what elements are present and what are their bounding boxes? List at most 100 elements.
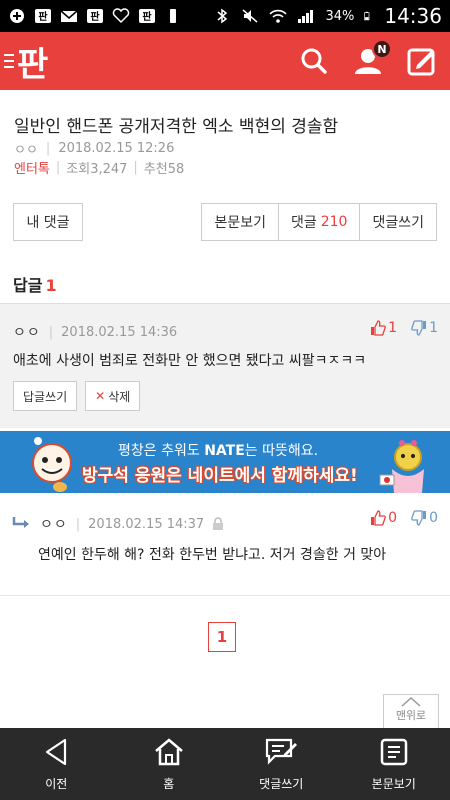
signal-icon — [298, 10, 314, 23]
svg-text:판: 판 — [142, 10, 152, 23]
scroll-top-label: 맨위로 — [395, 709, 427, 722]
thumbs-up-icon — [371, 320, 386, 336]
downvote-count: 0 — [429, 510, 438, 526]
header-actions: N — [298, 39, 438, 77]
downvote-button[interactable]: 1 — [411, 320, 438, 336]
nav-write-label: 댓글쓰기 — [259, 776, 304, 791]
thumbs-up-icon — [371, 510, 386, 526]
article-author: ㅇㅇ — [14, 143, 38, 158]
phone-icon — [170, 9, 176, 23]
thumbs-down-icon — [411, 320, 427, 336]
nav-view-post[interactable]: 본문보기 — [338, 728, 450, 800]
battery-percent: 34% — [325, 8, 355, 24]
clock: 14:36 — [384, 4, 442, 28]
svg-text:판: 판 — [38, 10, 48, 23]
downvote-button[interactable]: 0 — [411, 510, 438, 526]
divider: | — [55, 160, 61, 175]
comments-count: 210 — [320, 214, 348, 230]
pan-app-icon: 판 — [35, 9, 51, 23]
comment-votes: 1 1 — [370, 320, 438, 336]
banner-headline: 평창은 추워도 NATE는 따뜻해요. — [118, 440, 318, 460]
divider: | — [45, 141, 51, 156]
divider: | — [48, 324, 54, 340]
back-icon — [46, 738, 67, 765]
divider: | — [133, 160, 138, 175]
banner-text-a: 평창은 추워도 — [118, 443, 205, 459]
notification-badge: N — [372, 39, 392, 59]
status-bar: 판 판 판 34% 14:36 — [0, 0, 450, 32]
replies-header: 답글 1 — [0, 272, 450, 304]
upvote-button[interactable]: 0 — [370, 510, 397, 526]
comment-actions: 답글쓰기 ✕ 삭제 — [13, 381, 141, 411]
reply-arrow-icon — [12, 517, 29, 528]
comment-meta: ㅇㅇ | 2018.02.15 14:36 — [13, 322, 177, 342]
document-icon — [380, 738, 407, 765]
close-icon: ✕ — [95, 389, 106, 403]
comments-tab-label: 댓글 — [290, 215, 317, 231]
view-post-button[interactable]: 본문보기 — [201, 203, 278, 241]
home-icon — [154, 737, 183, 765]
banner-text-b: 는 따뜻해요. — [244, 443, 319, 459]
comment-item: ㅇㅇ | 2018.02.15 14:36 1 1 애초에 사생이 범죄로 전화… — [0, 304, 450, 428]
mascot-left-icon — [32, 437, 72, 492]
heart-icon — [112, 8, 130, 24]
article-category[interactable]: 엔터톡 — [14, 158, 50, 177]
upvote-button[interactable]: 1 — [370, 320, 397, 336]
article-author-row: ㅇㅇ | 2018.02.15 12:26 — [14, 139, 174, 158]
page-1-button[interactable]: 1 — [208, 622, 236, 652]
comments-tab[interactable]: 댓글 210 — [277, 203, 360, 241]
notification-icons: 판 판 판 — [8, 8, 182, 24]
article-views: 조회3,247 — [66, 162, 128, 177]
nav-back-label: 이전 — [45, 776, 68, 791]
svg-text:판: 판 — [90, 10, 100, 23]
comment-date: 2018.02.15 14:37 — [88, 516, 205, 532]
nav-write-comment[interactable]: 댓글쓰기 — [225, 728, 338, 800]
delete-label: 삭제 — [108, 389, 131, 404]
edit-icon — [407, 48, 435, 76]
pan-app-icon-3: 판 — [139, 9, 155, 23]
my-comments-button[interactable]: 내 댓글 — [13, 203, 83, 241]
write-button[interactable] — [406, 45, 438, 77]
divider: | — [75, 516, 81, 532]
reply-button[interactable]: 답글쓰기 — [13, 381, 78, 411]
banner-subline: 방구석 응원은 네이트에서 함께하세요! — [82, 466, 358, 486]
article-stats-row: 엔터톡 | 조회3,247 | 추천58 — [14, 158, 184, 177]
tab-group: 본문보기 댓글 210 댓글쓰기 — [201, 203, 437, 241]
nav-home[interactable]: 홈 — [113, 728, 226, 800]
promo-banner[interactable]: 평창은 추워도 NATE는 따뜻해요. 방구석 응원은 네이트에서 함께하세요! — [0, 431, 450, 493]
battery-icon — [364, 11, 370, 21]
comment-tabs: 내 댓글 본문보기 댓글 210 댓글쓰기 — [0, 203, 450, 243]
chevron-up-icon — [401, 696, 421, 707]
comment-meta: ㅇㅇ | 2018.02.15 14:37 — [12, 514, 224, 534]
article-title[interactable]: 일반인 핸드폰 공개저격한 엑소 백현의 경솔함 — [14, 112, 338, 137]
bottom-nav: 이전 홈 댓글쓰기 본문보기 — [0, 728, 450, 800]
comment-edit-icon — [266, 738, 298, 765]
delete-button[interactable]: ✕ 삭제 — [85, 381, 141, 411]
wifi-icon — [269, 9, 288, 23]
comment-user: ㅇㅇ — [13, 325, 41, 341]
write-comment-button[interactable]: 댓글쓰기 — [359, 203, 437, 241]
nav-back[interactable]: 이전 — [0, 728, 113, 800]
upvote-count: 0 — [388, 510, 398, 526]
comment-text: 연예인 한두해 해? 전화 한두번 받냐고. 저거 경솔한 거 맞아 — [38, 547, 387, 563]
mail-icon — [60, 10, 78, 22]
replies-label: 답글 — [13, 276, 43, 295]
plus-notification-icon — [10, 9, 24, 23]
lock-icon — [213, 517, 224, 530]
comment-text: 애초에 사생이 범죄로 전화만 안 했으면 됐다고 씨팔ㅋㅈㅋㅋ — [13, 353, 367, 369]
scroll-top-button[interactable]: 맨위로 — [383, 694, 439, 728]
bluetooth-icon — [217, 8, 228, 24]
upvote-count: 1 — [388, 320, 398, 336]
article-recommend: 추천58 — [143, 162, 185, 177]
home-logo[interactable]: 판 — [4, 37, 48, 86]
mute-icon — [242, 9, 258, 23]
replies-count: 1 — [45, 276, 57, 295]
search-icon — [301, 48, 327, 74]
profile-button[interactable]: N — [352, 39, 392, 77]
pan-app-icon-2: 판 — [87, 9, 103, 23]
search-button[interactable] — [298, 45, 330, 77]
banner-brand: NATE — [204, 443, 245, 459]
menu-icon[interactable] — [4, 54, 14, 68]
logo-text: 판 — [17, 44, 49, 85]
downvote-count: 1 — [429, 320, 438, 336]
